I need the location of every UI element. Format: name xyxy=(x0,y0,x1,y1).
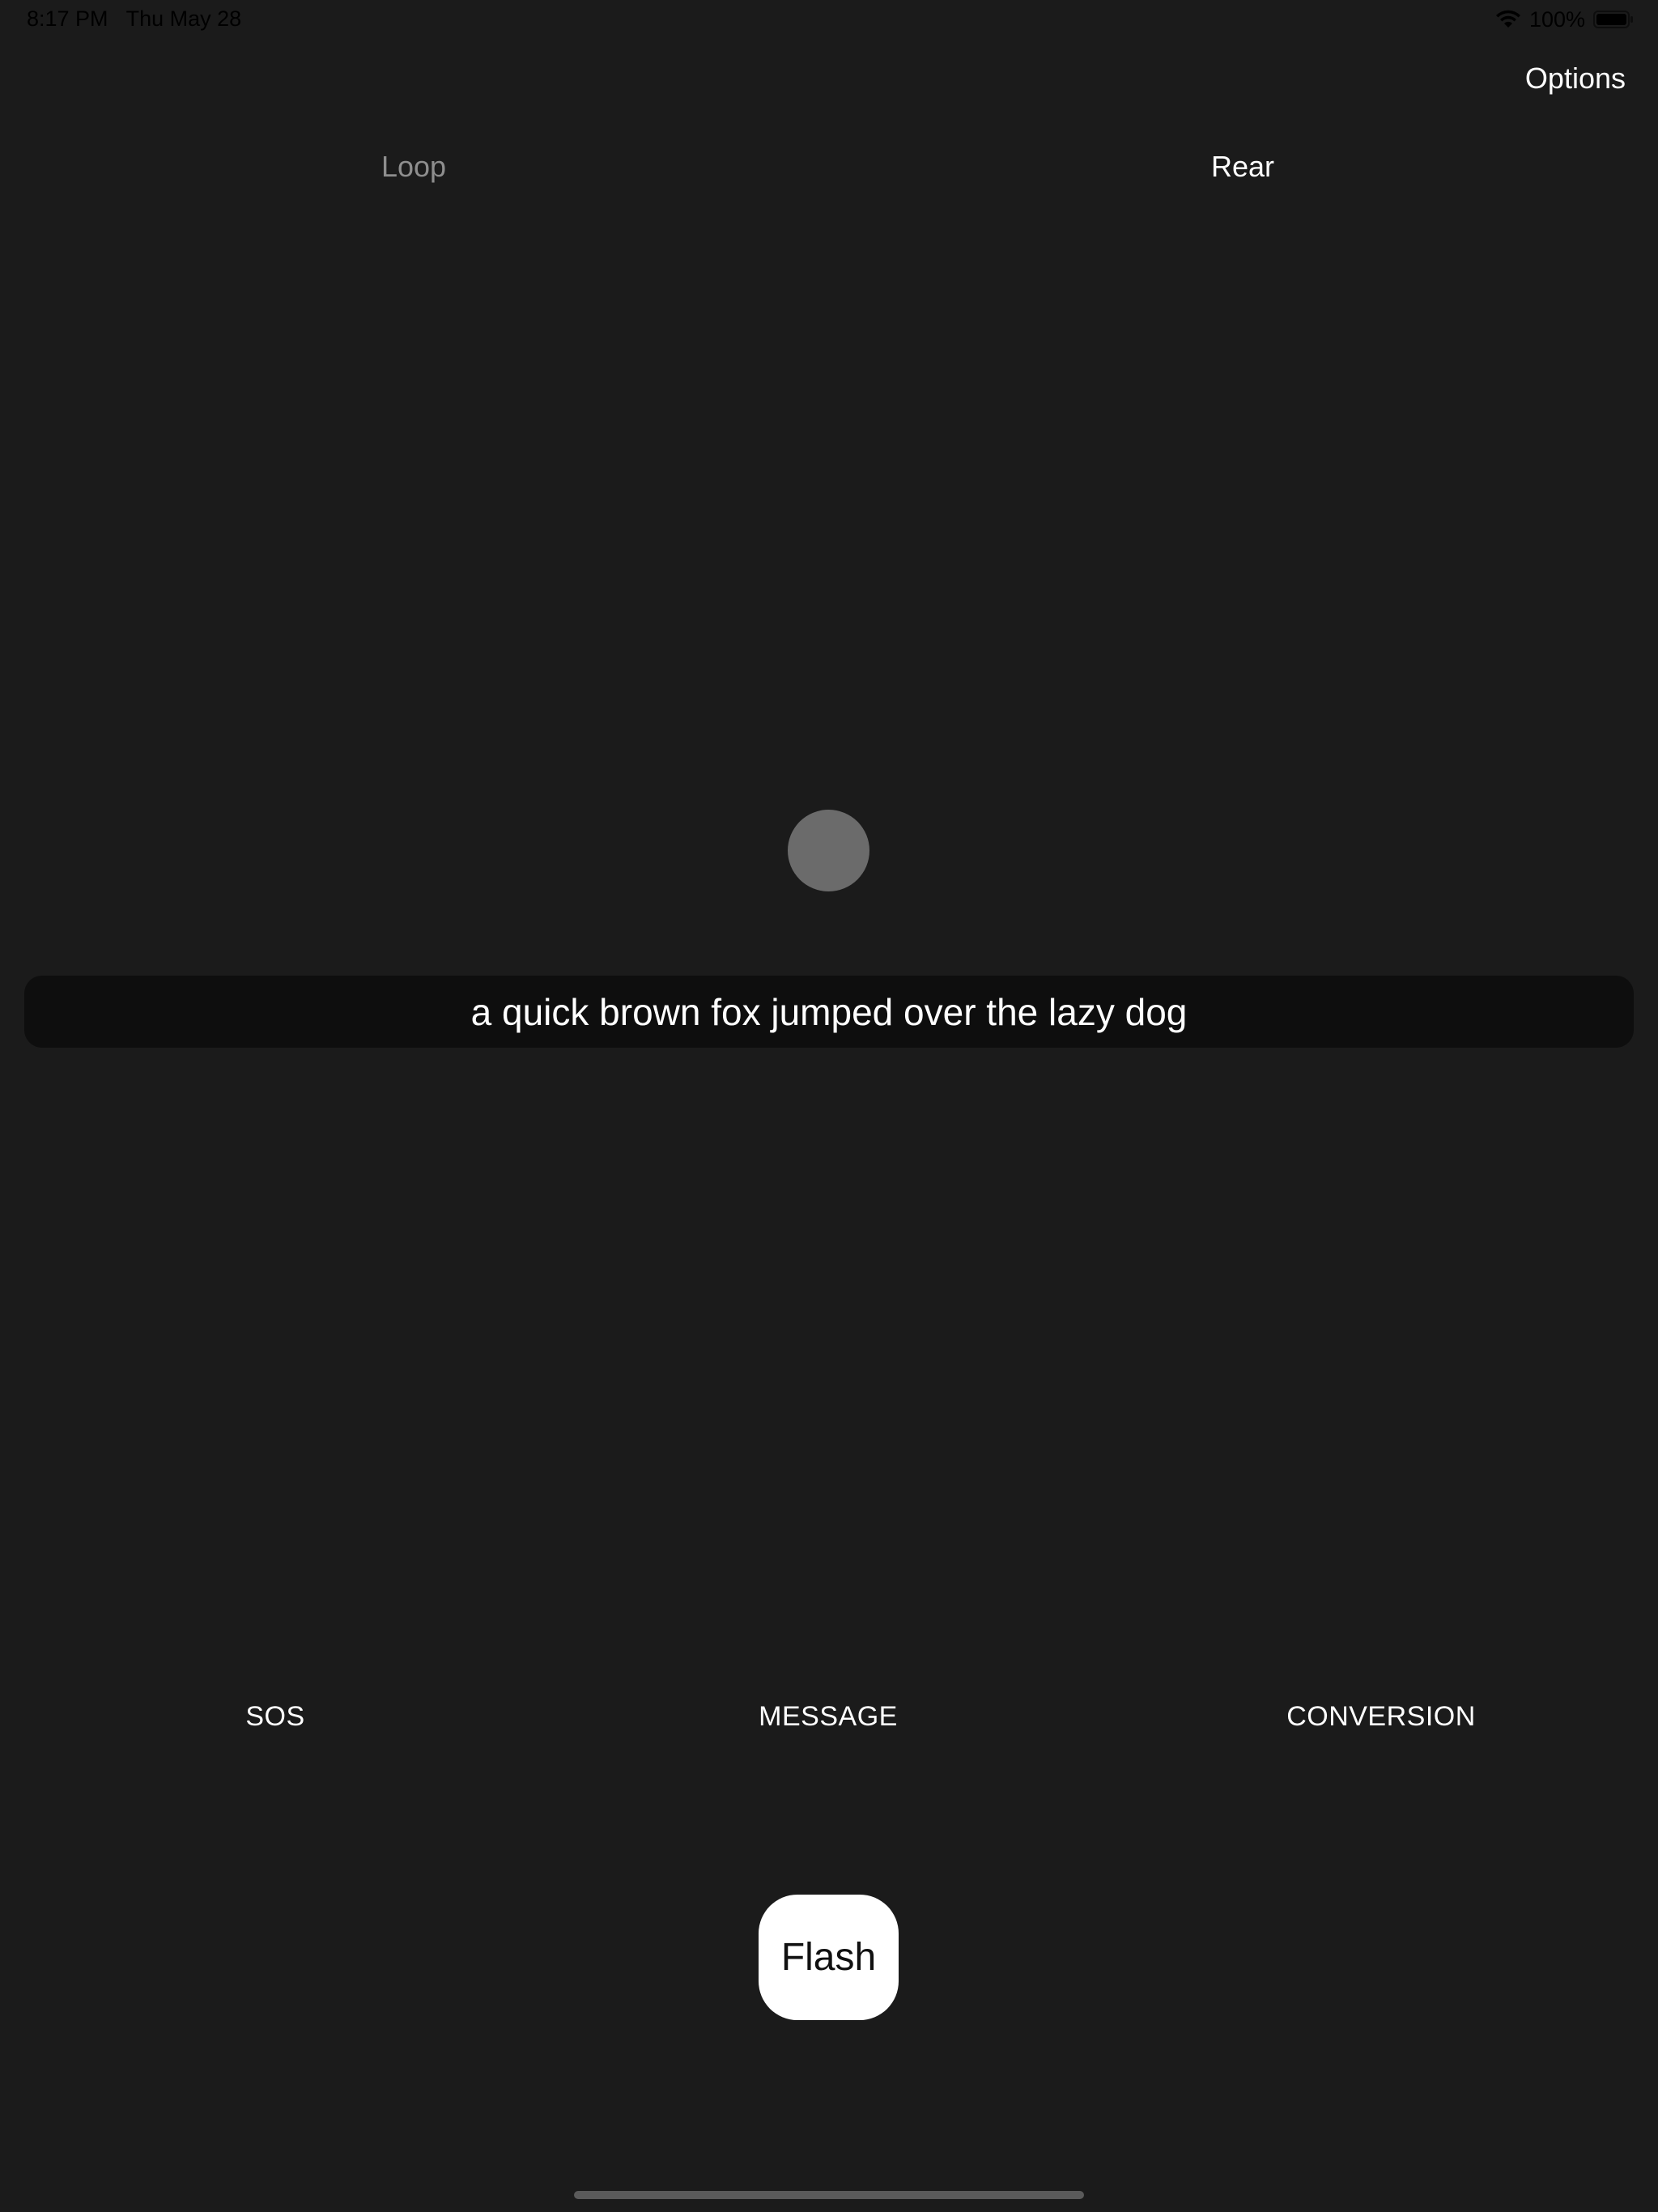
mode-message-button[interactable]: MESSAGE xyxy=(626,1701,1031,1733)
rear-toggle[interactable]: Rear xyxy=(1081,150,1405,184)
battery-percentage: 100% xyxy=(1528,6,1585,32)
loop-toggle[interactable]: Loop xyxy=(252,150,576,184)
wifi-icon xyxy=(1495,10,1520,28)
battery-icon xyxy=(1593,11,1633,28)
home-indicator[interactable] xyxy=(574,2191,1084,2199)
status-bar-left: 8:17 PM Thu May 28 xyxy=(27,6,241,32)
message-text-field[interactable]: a quick brown fox jumped over the lazy d… xyxy=(24,976,1634,1048)
app-screen: 8:17 PM Thu May 28 100% Options Loop Rea… xyxy=(0,0,1658,2212)
mode-sos-button[interactable]: SOS xyxy=(73,1701,478,1733)
flash-button[interactable]: Flash xyxy=(759,1895,899,2020)
options-button[interactable]: Options xyxy=(1525,62,1626,96)
mode-conversion-button[interactable]: CONVERSION xyxy=(1179,1701,1584,1733)
status-bar-right: 100% xyxy=(1495,6,1634,32)
flash-button-label: Flash xyxy=(780,1936,877,1979)
flash-indicator-light xyxy=(788,810,869,891)
status-date: Thu May 28 xyxy=(125,6,242,31)
status-time: 8:17 PM xyxy=(27,6,108,31)
message-text: a quick brown fox jumped over the lazy d… xyxy=(470,990,1188,1033)
